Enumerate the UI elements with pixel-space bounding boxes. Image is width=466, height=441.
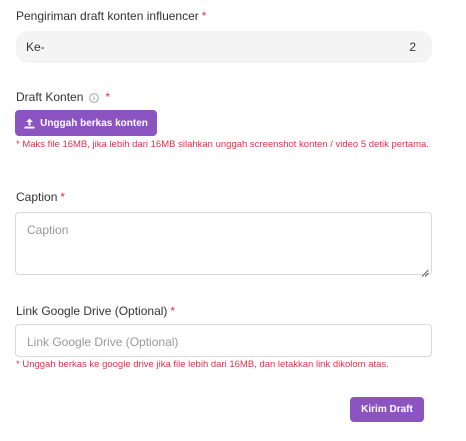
google-drive-link-label: Link Google Drive (Optional) * xyxy=(16,304,175,318)
google-drive-link-input[interactable]: Link Google Drive (Optional) xyxy=(15,324,432,357)
upload-content-button[interactable]: Unggah berkas konten xyxy=(15,110,157,136)
draft-number-label: Pengiriman draft konten influencer * xyxy=(16,9,206,23)
caption-label-text: Caption xyxy=(16,190,58,204)
resize-handle-icon[interactable] xyxy=(421,264,429,277)
caption-label: Caption * xyxy=(16,190,65,204)
google-drive-link-helper-text: * Unggah berkas ke google drive jika fil… xyxy=(16,359,389,370)
required-mark: * xyxy=(170,304,176,318)
google-drive-link-placeholder: Link Google Drive (Optional) xyxy=(27,335,179,349)
submit-draft-button[interactable]: Kirim Draft xyxy=(350,397,424,422)
draft-konten-label: Draft Konten * xyxy=(16,90,110,104)
upload-icon xyxy=(24,118,35,129)
upload-content-button-label: Unggah berkas konten xyxy=(40,117,148,129)
info-circle-icon[interactable] xyxy=(89,92,100,103)
draft-konten-label-text: Draft Konten xyxy=(16,90,84,104)
draft-number-value[interactable]: 2 xyxy=(409,40,416,54)
caption-placeholder: Caption xyxy=(27,223,69,237)
caption-textarea[interactable]: Caption xyxy=(15,212,432,277)
draft-number-input[interactable]: Ke- 2 xyxy=(16,31,432,63)
draft-number-label-text: Pengiriman draft konten influencer xyxy=(16,9,199,23)
google-drive-link-label-text: Link Google Drive (Optional) xyxy=(16,304,168,318)
required-mark: * xyxy=(105,90,111,104)
draft-konten-helper-text: * Maks file 16MB, jika lebih dari 16MB s… xyxy=(16,139,429,150)
required-mark: * xyxy=(60,190,66,204)
required-mark: * xyxy=(201,9,207,23)
draft-number-prefix: Ke- xyxy=(26,40,45,54)
